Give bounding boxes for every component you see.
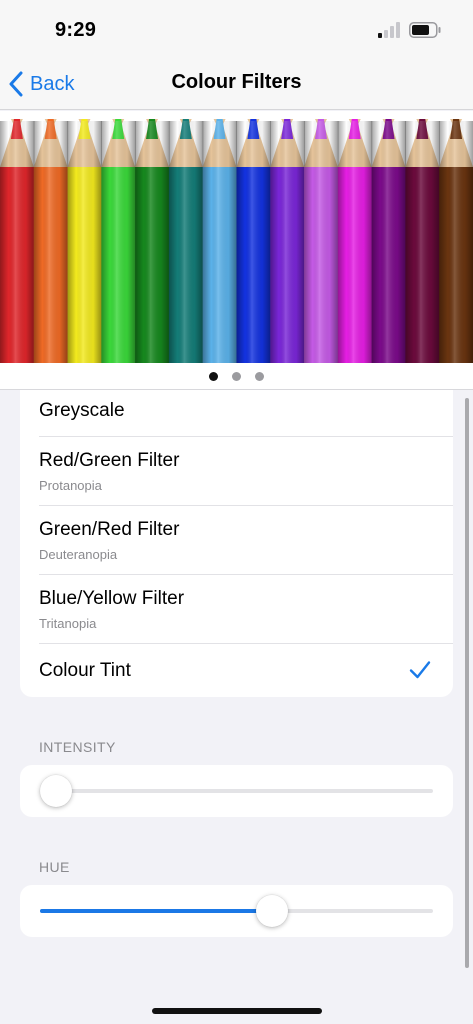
page-dot[interactable] xyxy=(255,371,264,381)
filter-label: Colour Tint xyxy=(39,660,131,681)
filter-list: Greyscale Red/Green Filter Protanopia Gr… xyxy=(20,390,453,697)
page-dot[interactable] xyxy=(232,371,241,381)
filter-option-colour-tint[interactable]: Colour Tint xyxy=(39,644,453,697)
colour-pencils-image[interactable] xyxy=(0,111,473,363)
home-indicator[interactable] xyxy=(152,1008,322,1014)
filter-label: Green/Red Filter xyxy=(39,519,180,540)
status-time: 9:29 xyxy=(55,19,97,41)
filter-label: Blue/Yellow Filter xyxy=(39,588,185,609)
pencil xyxy=(202,119,237,363)
hue-slider-track[interactable] xyxy=(40,895,433,927)
hue-header: HUE xyxy=(39,859,70,875)
pencil xyxy=(439,119,473,363)
pencil xyxy=(0,119,35,363)
pencil xyxy=(135,119,170,363)
page-indicator[interactable] xyxy=(0,363,473,390)
intensity-slider-track[interactable] xyxy=(39,775,433,807)
battery-icon xyxy=(409,22,441,38)
intensity-slider-thumb[interactable] xyxy=(39,775,72,807)
pencil xyxy=(33,119,69,363)
pencil xyxy=(371,119,406,363)
status-bar: 9:29 xyxy=(0,0,473,58)
pencil xyxy=(67,119,102,363)
page-title: Colour Filters xyxy=(171,71,302,93)
checkmark-icon xyxy=(409,661,431,679)
pencil xyxy=(101,119,136,363)
filter-label: Red/Green Filter xyxy=(39,450,180,471)
filter-option-red-green[interactable]: Red/Green Filter Protanopia xyxy=(39,437,453,506)
scroll-indicator[interactable] xyxy=(465,398,469,968)
pencil xyxy=(168,119,204,363)
pencils-illustration xyxy=(0,119,473,363)
pencil xyxy=(304,119,339,363)
pencil xyxy=(236,119,271,363)
cellular-signal-icon xyxy=(378,22,400,38)
pencil xyxy=(337,119,373,363)
filter-option-blue-yellow[interactable]: Blue/Yellow Filter Tritanopia xyxy=(39,575,453,644)
hue-slider-fill xyxy=(40,909,272,913)
intensity-header: INTENSITY xyxy=(39,739,116,755)
page-dot[interactable] xyxy=(209,371,218,381)
intensity-slider-card xyxy=(20,765,453,817)
hue-slider-thumb[interactable] xyxy=(255,895,288,927)
filter-subtitle: Protanopia xyxy=(39,478,102,493)
navigation-bar: Back Colour Filters xyxy=(0,58,473,110)
pencil xyxy=(405,119,440,363)
hue-slider-card xyxy=(20,885,453,937)
filter-subtitle: Deuteranopia xyxy=(39,547,118,562)
pencil xyxy=(270,119,305,363)
filter-option-greyscale[interactable]: Greyscale xyxy=(39,390,453,437)
filter-option-green-red[interactable]: Green/Red Filter Deuteranopia xyxy=(39,506,453,575)
filter-label: Greyscale xyxy=(39,400,125,421)
filter-subtitle: Tritanopia xyxy=(39,616,97,631)
